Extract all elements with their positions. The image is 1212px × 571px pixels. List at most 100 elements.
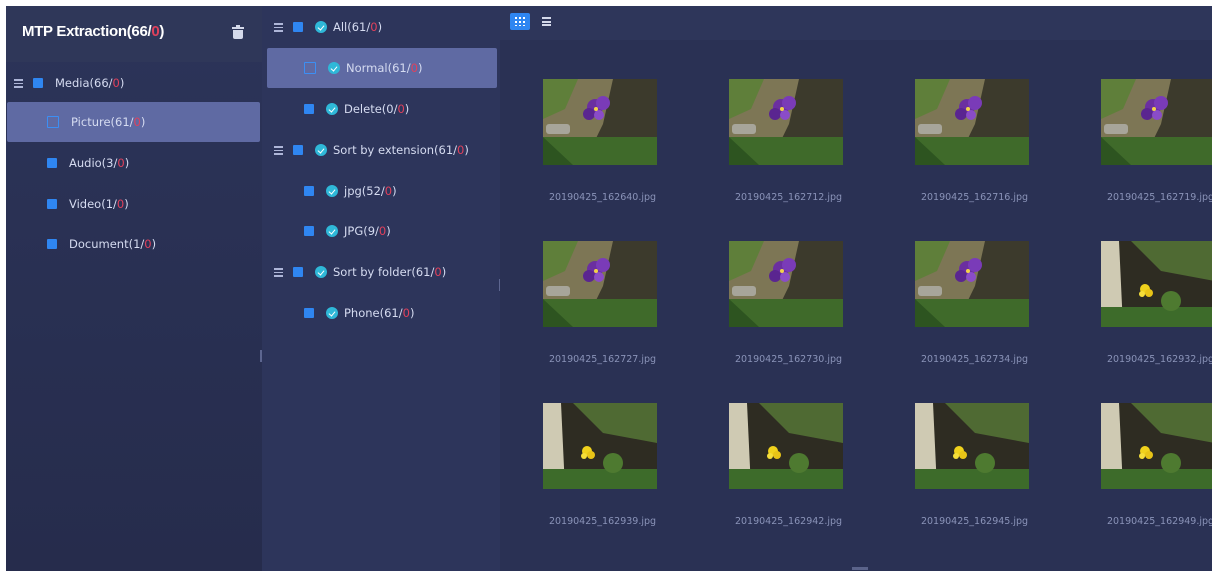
panel-title-label: MTP Extraction(66/ [22, 23, 152, 40]
thumbnail-image[interactable] [543, 79, 657, 165]
check-circle-icon [315, 21, 327, 33]
expand-collapse-icon[interactable] [274, 22, 285, 32]
filter-item-close: ) [386, 224, 391, 238]
filter-panel: All(61/0) Normal(61/0) Delete(0/0) Sort … [262, 6, 501, 571]
tree-item-count: 0 [144, 237, 152, 251]
thumbnail-item[interactable]: 20190425_162730.jpg [686, 241, 872, 391]
list-view-button[interactable] [537, 13, 557, 30]
thumbnail-item[interactable]: 20190425_162640.jpg [500, 79, 686, 229]
grid-view-icon [515, 17, 525, 26]
check-circle-icon [326, 185, 338, 197]
category-panel: MTP Extraction(66/0) Media(66/0) Picture… [6, 6, 262, 571]
thumbnail-item[interactable]: 20190425_162719.jpg [1058, 79, 1212, 229]
panel-resize-handle[interactable] [852, 567, 868, 570]
filter-item-normal[interactable]: Normal(61/0) [267, 48, 497, 88]
thumbnail-image[interactable] [729, 241, 843, 327]
filter-item-label: All(61/ [333, 20, 371, 34]
expand-collapse-icon[interactable] [14, 78, 25, 88]
tree-item-media[interactable]: Media(66/0) [14, 63, 260, 103]
checkbox[interactable] [47, 116, 59, 128]
filter-item-close: ) [409, 306, 415, 320]
filter-item-close: ) [417, 61, 423, 75]
thumbnail-filename: 20190425_162734.jpg [920, 354, 1029, 365]
panel-header: MTP Extraction(66/0) [6, 6, 262, 62]
thumbnail-item[interactable]: 20190425_162716.jpg [872, 79, 1058, 229]
tree-item-label: Picture(61/ [71, 115, 134, 129]
filter-item-count: 0 [384, 184, 393, 198]
thumbnail-image[interactable] [543, 241, 657, 327]
tree-item-video[interactable]: Video(1/0) [7, 184, 260, 224]
expand-collapse-icon[interactable] [274, 145, 285, 155]
thumbnail-item[interactable]: 20190425_162712.jpg [686, 79, 872, 229]
tree-item-count: 0 [133, 115, 141, 129]
thumbnail-item[interactable]: 20190425_162949.jpg [1058, 403, 1212, 553]
thumbnail-image[interactable] [1101, 79, 1212, 165]
checkbox[interactable] [47, 239, 57, 249]
tree-item-close: ) [140, 115, 146, 129]
tree-item-audio[interactable]: Audio(3/0) [7, 143, 260, 183]
trash-icon[interactable] [232, 25, 244, 40]
filter-item-label: Sort by extension(61/ [333, 143, 458, 157]
thumbnail-image[interactable] [729, 79, 843, 165]
tree-item-picture[interactable]: Picture(61/0) [7, 102, 260, 142]
filter-item-close: ) [377, 20, 383, 34]
checkbox[interactable] [304, 308, 314, 318]
thumbnail-filename: 20190425_162932.jpg [1106, 354, 1212, 365]
filter-item-sort-by-folder[interactable]: Sort by folder(61/0) [274, 252, 498, 292]
checkbox[interactable] [304, 186, 314, 196]
thumbnail-item[interactable]: 20190425_162734.jpg [872, 241, 1058, 391]
filter-item-sort-by-extension[interactable]: Sort by extension(61/0) [274, 130, 498, 170]
grid-view-button[interactable] [510, 13, 530, 30]
filter-item-label: jpg(52/ [344, 184, 385, 198]
filter-item-jpg-upper[interactable]: JPG(9/0) [267, 211, 497, 251]
checkbox[interactable] [47, 199, 57, 209]
view-toolbar [500, 6, 1212, 40]
thumbnail-image[interactable] [543, 403, 657, 489]
filter-item-phone[interactable]: Phone(61/0) [267, 293, 497, 333]
thumbnail-image[interactable] [915, 79, 1029, 165]
checkbox[interactable] [293, 145, 303, 155]
thumbnail-image[interactable] [915, 241, 1029, 327]
check-circle-icon [326, 103, 338, 115]
checkbox[interactable] [304, 104, 314, 114]
checkbox[interactable] [47, 158, 57, 168]
thumbnail-image[interactable] [1101, 241, 1212, 327]
thumbnail-item[interactable]: 20190425_162727.jpg [500, 241, 686, 391]
filter-item-count: 0 [457, 143, 465, 157]
thumbnail-filename: 20190425_162730.jpg [734, 354, 843, 365]
thumbnail-item[interactable]: 20190425_162932.jpg [1058, 241, 1212, 391]
thumbnail-filename: 20190425_162716.jpg [920, 192, 1029, 203]
thumbnail-item[interactable]: 20190425_162939.jpg [500, 403, 686, 553]
filter-item-all[interactable]: All(61/0) [274, 7, 498, 47]
check-circle-icon [328, 62, 340, 74]
thumbnail-image[interactable] [729, 403, 843, 489]
checkbox[interactable] [293, 22, 303, 32]
thumbnail-item[interactable]: 20190425_162945.jpg [872, 403, 1058, 553]
check-circle-icon [326, 307, 338, 319]
thumbnail-filename: 20190425_162719.jpg [1106, 192, 1212, 203]
filter-item-delete[interactable]: Delete(0/0) [267, 89, 497, 129]
expand-collapse-icon[interactable] [274, 267, 285, 277]
thumbnail-image[interactable] [1101, 403, 1212, 489]
panel-title-close: ) [159, 23, 165, 40]
thumbnail-item[interactable]: 20190425_162942.jpg [686, 403, 872, 553]
checkbox[interactable] [304, 62, 316, 74]
filter-item-count: 0 [370, 20, 378, 34]
tree-item-document[interactable]: Document(1/0) [7, 224, 260, 264]
filter-item-count: 0 [410, 61, 418, 75]
filter-item-jpg-lower[interactable]: jpg(52/0) [267, 171, 497, 211]
filter-item-count: 0 [397, 102, 405, 116]
check-circle-icon [326, 225, 338, 237]
filter-item-close: ) [392, 184, 397, 198]
check-circle-icon [315, 144, 327, 156]
thumbnail-filename: 20190425_162640.jpg [548, 192, 657, 203]
thumbnail-image[interactable] [915, 403, 1029, 489]
checkbox[interactable] [293, 267, 303, 277]
filter-item-label: Sort by folder(61/ [333, 265, 435, 279]
thumbnail-filename: 20190425_162727.jpg [548, 354, 657, 365]
checkbox[interactable] [33, 78, 43, 88]
tree-item-count: 0 [117, 156, 125, 170]
checkbox[interactable] [304, 226, 314, 236]
panel-title: MTP Extraction(66/0) [22, 23, 164, 40]
tree-item-close: ) [119, 76, 125, 90]
